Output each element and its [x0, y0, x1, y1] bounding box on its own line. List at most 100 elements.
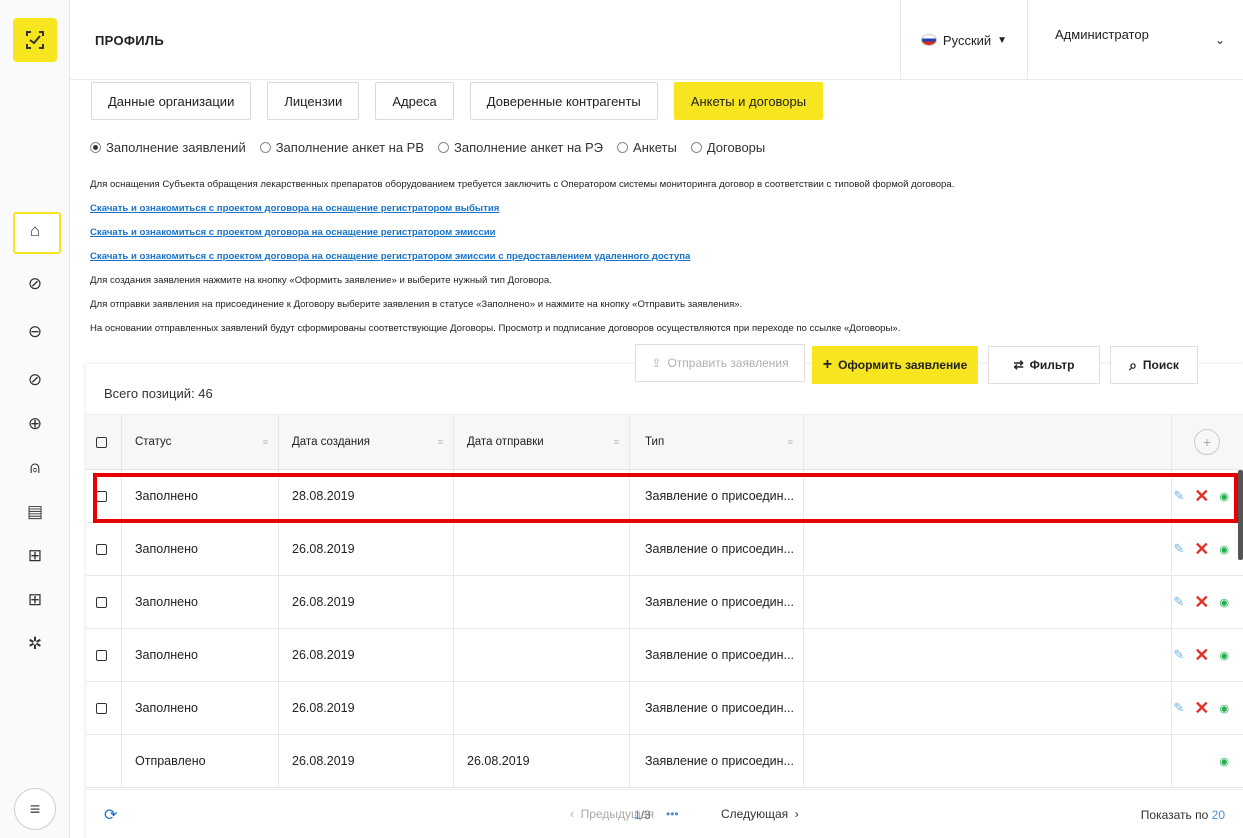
edit-icon[interactable]: ✎ — [1173, 647, 1184, 663]
cell-sent — [453, 523, 629, 575]
table-row[interactable]: Заполнено 28.08.2019 Заявление о присоедин… — [86, 470, 1243, 523]
edit-icon[interactable]: ✎ — [1173, 541, 1184, 557]
row-checkbox[interactable] — [96, 596, 107, 608]
select-all-checkbox[interactable] — [96, 436, 107, 448]
delete-icon[interactable]: ✕ — [1194, 539, 1209, 560]
nav-home[interactable]: ⌂ — [0, 212, 70, 254]
download-link-emission[interactable]: Скачать и ознакомиться с проектом догово… — [90, 227, 496, 238]
col-label: Дата создания — [292, 436, 370, 448]
nav-grid[interactable]: ⊞ — [0, 581, 70, 619]
row-select-cell — [96, 682, 116, 734]
radio-label: Заполнение анкет на РЭ — [454, 140, 604, 155]
add-column-cell: + — [1171, 415, 1243, 469]
radio-button-checked[interactable] — [90, 142, 101, 153]
next-page-button[interactable]: Следующая › — [721, 807, 799, 821]
page-title: ПРОФИЛЬ — [95, 33, 164, 48]
nav-pills[interactable]: ⊘ — [0, 265, 70, 303]
view-icon[interactable]: ◉ — [1219, 490, 1229, 503]
user-name[interactable]: Администратор — [1055, 27, 1149, 42]
radio-forms[interactable]: Анкеты — [617, 140, 677, 155]
edit-icon[interactable]: ✎ — [1173, 594, 1184, 610]
tab-organization-data[interactable]: Данные организации — [91, 82, 252, 120]
sort-icon[interactable]: ≡ — [263, 437, 268, 447]
row-checkbox[interactable] — [96, 702, 107, 714]
table-row[interactable]: Заполнено 26.08.2019 Заявление о присоедин… — [86, 682, 1243, 735]
view-icon[interactable]: ◉ — [1219, 755, 1229, 768]
radio-contracts[interactable]: Договоры — [690, 140, 765, 155]
row-actions: ✎ ✕ ◉ — [1173, 629, 1229, 681]
menu-button[interactable]: ≡ — [14, 788, 56, 830]
view-icon[interactable]: ◉ — [1219, 596, 1229, 609]
table-row[interactable]: Отправлено 26.08.2019 26.08.2019 Заявление … — [86, 735, 1243, 788]
sort-icon[interactable]: ≡ — [788, 437, 793, 447]
pagination: ⟳ ‹ Предыдущая 1/3 ••• Следующая › Показ… — [86, 789, 1243, 838]
edit-icon[interactable]: ✎ — [1173, 700, 1184, 716]
cell-sent — [453, 576, 629, 628]
delete-icon[interactable]: ✕ — [1194, 592, 1209, 613]
filter-label: Фильтр — [1029, 358, 1075, 372]
delete-icon[interactable]: ✕ — [1194, 698, 1209, 719]
refresh-icon[interactable]: ⟳ — [104, 805, 117, 825]
nav-medicine[interactable]: ⊘ — [0, 361, 70, 399]
app-logo[interactable] — [13, 18, 57, 62]
radio-button[interactable] — [259, 142, 271, 153]
search-button[interactable]: ⌕ Поиск — [1110, 346, 1198, 384]
page-size-selector[interactable]: Показать по 20 — [1141, 808, 1225, 822]
col-label: Статус — [135, 436, 172, 448]
select-all-cell — [96, 415, 116, 469]
cell-type: Заявление о присоедин... — [645, 701, 794, 715]
language-selector[interactable]: Русский ▼ — [900, 0, 1028, 80]
more-pages[interactable]: ••• — [666, 807, 679, 821]
delete-icon[interactable]: ✕ — [1194, 645, 1209, 666]
tab-trusted-partners[interactable]: Доверенные контрагенты — [469, 82, 658, 120]
radio-applications[interactable]: Заполнение заявлений — [90, 140, 246, 155]
tab-forms-contracts[interactable]: Анкеты и договоры — [673, 82, 824, 120]
download-link-disposal[interactable]: Скачать и ознакомиться с проектом догово… — [90, 203, 499, 214]
col-sent[interactable]: Дата отправки ≡ — [453, 415, 629, 469]
row-checkbox[interactable] — [96, 543, 107, 555]
cell-sent: 26.08.2019 — [467, 754, 530, 768]
row-checkbox[interactable] — [96, 490, 107, 502]
sort-icon[interactable]: ≡ — [614, 437, 619, 447]
download-link-emission-remote[interactable]: Скачать и ознакомиться с проектом догово… — [90, 251, 690, 262]
col-status[interactable]: Статус ≡ — [121, 415, 278, 469]
total-count: Всего позиций: 46 — [104, 386, 213, 401]
scrollbar[interactable] — [1238, 470, 1243, 560]
radio-button[interactable] — [438, 142, 450, 153]
row-actions: ✎ ✕ ◉ — [1173, 682, 1229, 734]
col-type[interactable]: Тип ≡ — [629, 415, 803, 469]
logo-icon — [26, 31, 44, 49]
nav-settings[interactable]: ✲ — [0, 625, 70, 663]
add-column-button[interactable]: + — [1194, 429, 1220, 455]
nav-documents[interactable]: ▤ — [0, 493, 70, 531]
next-label: Следующая — [721, 807, 789, 821]
nav-globe[interactable]: ⊕ — [0, 405, 70, 443]
radio-forms-rv[interactable]: Заполнение анкет на РВ — [259, 140, 424, 155]
create-application-button[interactable]: + Оформить заявление — [812, 346, 978, 384]
user-chevron-down-icon[interactable]: ⌄ — [1215, 33, 1225, 47]
hamburger-icon: ≡ — [29, 798, 41, 819]
radio-button[interactable] — [690, 142, 702, 153]
filter-button[interactable]: ⇄ Фильтр — [988, 346, 1100, 384]
plus-icon: + — [822, 356, 833, 373]
view-icon[interactable]: ◉ — [1219, 543, 1229, 556]
edit-icon[interactable]: ✎ — [1173, 488, 1184, 504]
send-applications-button[interactable]: ⇪ Отправить заявления — [635, 344, 805, 382]
tab-licenses[interactable]: Лицензии — [267, 82, 360, 120]
page-size-value[interactable]: 20 — [1212, 808, 1225, 822]
table-row[interactable]: Заполнено 26.08.2019 Заявление о присоедин… — [86, 576, 1243, 629]
sort-icon[interactable]: ≡ — [438, 437, 443, 447]
nav-hierarchy[interactable]: ⊞ — [0, 537, 70, 575]
view-icon[interactable]: ◉ — [1219, 649, 1229, 662]
nav-user[interactable]: ⍝ — [0, 449, 70, 487]
col-created[interactable]: Дата создания ≡ — [278, 415, 453, 469]
radio-forms-re[interactable]: Заполнение анкет на РЭ — [438, 140, 603, 155]
table-row[interactable]: Заполнено 26.08.2019 Заявление о присоедин… — [86, 523, 1243, 576]
row-checkbox[interactable] — [96, 649, 107, 661]
tab-addresses[interactable]: Адреса — [375, 82, 454, 120]
table-row[interactable]: Заполнено 26.08.2019 Заявление о присоедин… — [86, 629, 1243, 682]
nav-capsule[interactable]: ⊖ — [0, 313, 70, 351]
delete-icon[interactable]: ✕ — [1194, 486, 1209, 507]
radio-button[interactable] — [617, 142, 629, 153]
view-icon[interactable]: ◉ — [1219, 702, 1229, 715]
